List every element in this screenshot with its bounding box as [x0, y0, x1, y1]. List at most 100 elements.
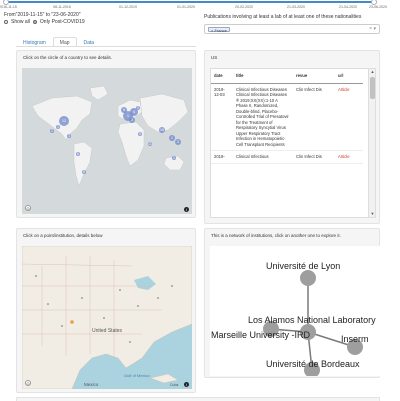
table-header-row: date title revue url	[211, 69, 363, 84]
network-svg: Université de Lyon Los Alamos National L…	[211, 261, 376, 378]
land-shape	[22, 246, 192, 389]
details-panel	[16, 397, 380, 401]
view-tabs: Histogram Map Data	[16, 37, 101, 46]
slider-ticks: 2016-11-15 08-11-2016 01-12-2019 01-01-2…	[0, 5, 400, 10]
bubble-count: 1	[57, 125, 59, 129]
tab-histogram[interactable]: Histogram	[16, 37, 53, 46]
tab-divider	[16, 46, 196, 47]
place-label: United States	[92, 328, 123, 334]
city-dot	[103, 317, 105, 319]
slider-tick: 23-06-2020	[369, 5, 387, 9]
map-settings-icon[interactable]: ⊙	[25, 205, 31, 211]
cell-revue: Clin Infect Dis	[293, 150, 335, 164]
column-header-revue[interactable]: revue	[293, 69, 335, 84]
cell-title: Clinical Infectious Diseases Clinical In…	[233, 83, 293, 151]
bubble-count: 12	[62, 119, 66, 123]
publications-table: date title revue url 2019-12-03 Clinical…	[211, 69, 363, 164]
city-dot	[157, 297, 159, 299]
radio-show-all-label: Show all	[11, 19, 30, 25]
node-label: Université de Bordeaux	[266, 359, 360, 369]
world-map[interactable]: 12 1 2 3 6 8 9 1 4 3 2 5 11 16 1 3 1 ⊙ i	[22, 68, 192, 214]
city-dot	[129, 341, 131, 343]
city-dot	[137, 305, 139, 307]
clear-icon[interactable]: ×	[369, 26, 372, 32]
nationality-filter-label: Publications involving at least a lab of…	[204, 14, 362, 20]
bubble-count: 2	[51, 129, 53, 133]
scroll-up-icon[interactable]: ▲	[369, 69, 375, 75]
institution-marker[interactable]	[70, 320, 74, 324]
cell-date: 2019-	[211, 150, 233, 164]
slider-fill	[6, 1, 374, 3]
slider-tick: 20-02-2020	[235, 5, 253, 9]
nationality-tag-france[interactable]: × France	[208, 27, 230, 33]
scroll-down-icon[interactable]: ▼	[369, 211, 375, 217]
bubble-count: 1	[171, 136, 173, 140]
place-label: Cuba	[170, 383, 178, 387]
publications-table-container[interactable]: date title revue url 2019-12-03 Clinical…	[210, 68, 376, 218]
tab-map[interactable]: Map	[52, 37, 77, 46]
nationality-select[interactable]: × France × ▾	[204, 24, 380, 34]
table-row[interactable]: 2019-12-03 Clinical Infectious Diseases …	[211, 83, 363, 151]
column-header-date[interactable]: date	[211, 69, 233, 84]
bubble-count: 1	[127, 114, 129, 118]
bubble-count: 1	[173, 156, 175, 160]
select-controls[interactable]: × ▾	[369, 26, 376, 32]
city-dot	[35, 275, 37, 277]
bubble-count: 6	[77, 152, 79, 156]
city-dot	[47, 303, 49, 305]
bubble-count: 5	[139, 132, 141, 136]
column-header-title[interactable]: title	[233, 69, 293, 84]
radio-only-post-covid[interactable]	[32, 20, 37, 24]
slider-tick: 21-04-2020	[339, 5, 357, 9]
radio-show-all[interactable]	[4, 20, 8, 24]
city-dot	[61, 325, 63, 327]
network-instruction: This is a network of institutions, click…	[211, 233, 341, 238]
continents	[31, 85, 189, 187]
greenland-shape	[89, 85, 109, 101]
world-map-instruction: Click on the circle of a country to see …	[23, 55, 113, 60]
node-label: Marseille University -IRD	[211, 330, 311, 340]
tag-label: France	[214, 28, 227, 33]
local-map-svg: United States Gulf of Mexico Mexico Cuba	[22, 246, 192, 389]
node-label: Université de Lyon	[266, 261, 340, 271]
slider-tick: 01-01-2020	[177, 5, 195, 9]
bubble-count: 11	[148, 142, 152, 146]
tab-data[interactable]: Data	[77, 37, 102, 46]
publications-panel: US date title revue url 2019-12-03 Clini…	[204, 50, 380, 224]
slider-tick: 08-11-2016	[53, 5, 71, 9]
article-link[interactable]: Article	[335, 150, 363, 164]
scroll-thumb[interactable]	[370, 77, 375, 99]
bubble-count: 3	[177, 140, 179, 144]
node-universite-de-lyon[interactable]	[300, 270, 316, 286]
local-map-panel: Click on a point/institution, details be…	[16, 228, 196, 393]
chevron-down-icon[interactable]: ▾	[373, 26, 376, 32]
table-scrollbar[interactable]: ▲ ▼	[368, 69, 375, 217]
bubble-count: 8	[83, 170, 85, 174]
cell-revue: Clin Infect Dis	[293, 83, 335, 151]
column-header-url[interactable]: url	[335, 69, 363, 84]
map-settings-icon[interactable]: ⊙	[25, 380, 31, 386]
covid-filter-radio-group: Show all Only Post-COVID19	[4, 19, 85, 25]
city-dot	[171, 285, 173, 287]
local-map[interactable]: United States Gulf of Mexico Mexico Cuba…	[22, 246, 192, 389]
bubble-count: 9	[123, 108, 125, 112]
cell-title: Clinical Infectious	[233, 150, 293, 164]
cell-date: 2019-12-03	[211, 83, 233, 151]
article-link[interactable]: Article	[335, 83, 363, 151]
place-label: Gulf of Mexico	[124, 373, 150, 378]
world-map-panel: Click on the circle of a country to see …	[16, 50, 196, 218]
info-icon[interactable]: i	[184, 382, 189, 387]
asia-shape	[139, 93, 189, 133]
node-label: Inserm	[341, 334, 369, 344]
info-icon[interactable]: i	[184, 207, 189, 212]
table-row[interactable]: 2019- Clinical Infectious Clin Infect Di…	[211, 150, 363, 164]
institution-network[interactable]: Université de Lyon Los Alamos National L…	[210, 246, 380, 378]
bubble-count: 3	[68, 134, 70, 138]
cuba-shape	[149, 373, 179, 384]
city-dot	[81, 297, 83, 299]
africa-shape	[117, 121, 145, 167]
node-label: Los Alamos National Laboratory	[248, 315, 376, 325]
local-map-instruction: Click on a point/institution, details be…	[23, 233, 103, 238]
country-code: US	[211, 55, 218, 60]
bubble-count: 3	[131, 118, 133, 122]
